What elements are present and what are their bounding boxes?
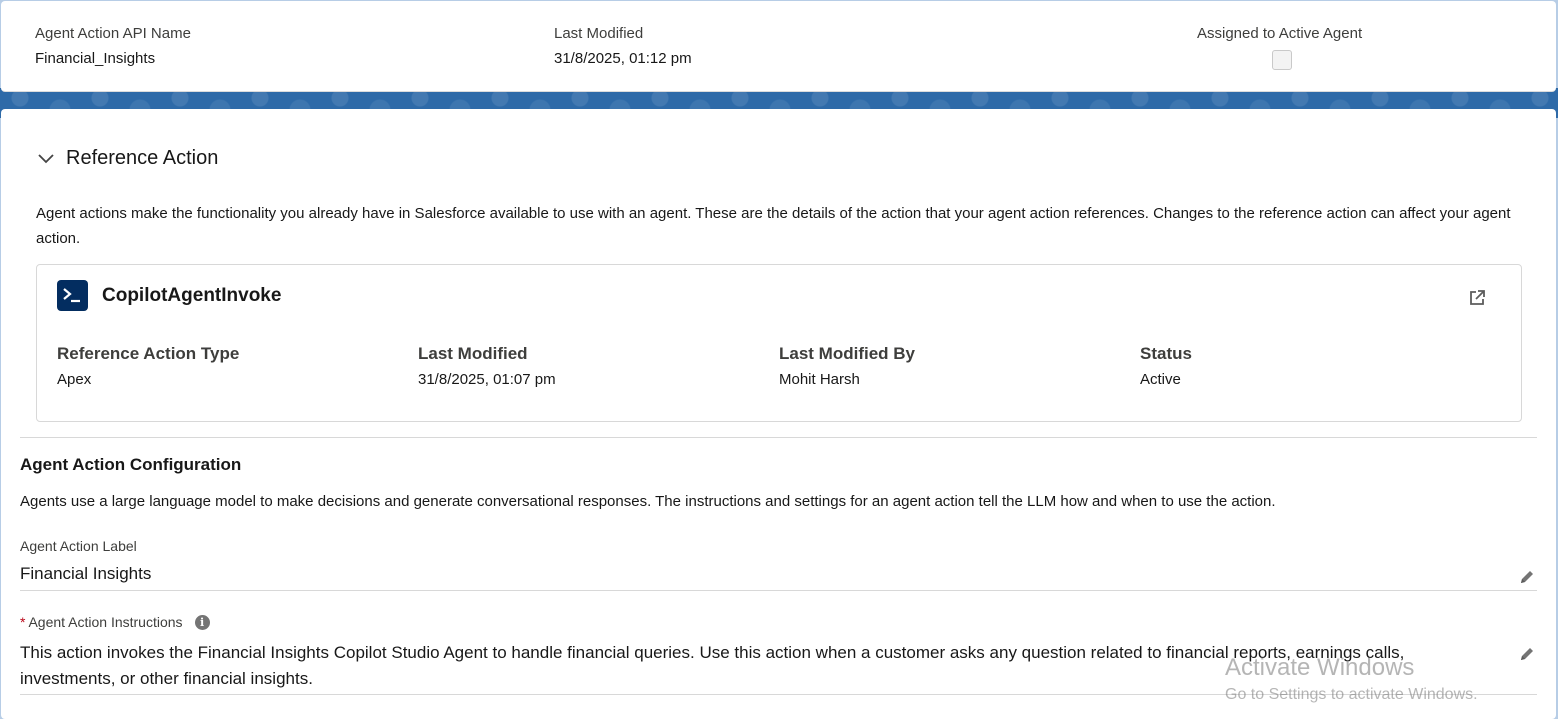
- ref-last-modified-by-field: Last Modified By Mohit Harsh: [779, 343, 915, 390]
- info-icon[interactable]: i: [194, 614, 210, 630]
- ref-status-field: Status Active: [1140, 343, 1192, 390]
- highlights-panel: Agent Action API Name Financial_Insights…: [1, 1, 1556, 92]
- edit-instructions-pencil-icon[interactable]: [1518, 645, 1536, 663]
- required-marker: *: [20, 614, 26, 630]
- api-name-label: Agent Action API Name: [35, 25, 191, 42]
- agent-action-instructions-value: This action invokes the Financial Insigh…: [20, 643, 1405, 688]
- reference-action-type-field: Reference Action Type Apex: [57, 343, 239, 390]
- reference-action-name: CopilotAgentInvoke: [102, 285, 282, 306]
- ref-last-modified-label: Last Modified: [418, 344, 528, 363]
- api-name-field: Agent Action API Name Financial_Insights: [35, 24, 191, 69]
- edit-label-pencil-icon[interactable]: [1518, 568, 1536, 586]
- ref-status-value: Active: [1140, 371, 1181, 388]
- api-name-value: Financial_Insights: [35, 50, 156, 67]
- external-link-icon[interactable]: [1467, 288, 1487, 308]
- configuration-description: Agents use a large language model to mak…: [20, 493, 1276, 510]
- ref-last-modified-by-value: Mohit Harsh: [779, 371, 860, 388]
- ref-last-modified-by-label: Last Modified By: [779, 344, 916, 363]
- assigned-active-agent-field: Assigned to Active Agent: [1197, 24, 1362, 70]
- reference-action-section-toggle[interactable]: Reference Action: [36, 147, 218, 170]
- agent-action-label-label-text: Agent Action Label: [20, 538, 137, 554]
- ref-status-label: Status: [1140, 344, 1192, 363]
- agent-action-instructions-label-text: Agent Action Instructions: [28, 614, 183, 630]
- chevron-down-icon: [38, 153, 54, 163]
- ref-last-modified-field: Last Modified 31/8/2025, 01:07 pm: [418, 343, 556, 390]
- apex-prompt-icon: [57, 280, 88, 311]
- ref-last-modified-value: 31/8/2025, 01:07 pm: [418, 371, 556, 388]
- agent-action-label-field-label: Agent Action Label: [20, 538, 137, 554]
- windows-activation-watermark: Activate Windows Go to Settings to activ…: [1225, 654, 1478, 704]
- agent-action-instructions-field-label: * Agent Action Instructions i: [20, 614, 210, 630]
- main-detail-card: Reference Action Agent actions make the …: [1, 109, 1556, 719]
- reference-action-type-label: Reference Action Type: [57, 344, 240, 363]
- reference-action-card: CopilotAgentInvoke Reference Action Type…: [36, 264, 1522, 422]
- label-field-underline: [20, 590, 1537, 591]
- section-divider: [20, 437, 1537, 438]
- reference-action-type-value: Apex: [57, 371, 92, 388]
- watermark-line1: Activate Windows: [1225, 654, 1415, 681]
- configuration-title: Agent Action Configuration: [20, 455, 242, 474]
- assigned-active-agent-label: Assigned to Active Agent: [1197, 25, 1363, 42]
- assigned-active-agent-checkbox[interactable]: [1272, 50, 1292, 70]
- agent-action-label-value: Financial Insights: [20, 564, 152, 583]
- watermark-line2: Go to Settings to activate Windows.: [1225, 686, 1478, 703]
- reference-action-title: Reference Action: [66, 147, 219, 169]
- last-modified-value: 31/8/2025, 01:12 pm: [554, 50, 692, 67]
- last-modified-field: Last Modified 31/8/2025, 01:12 pm: [554, 24, 692, 69]
- reference-action-description: Agent actions make the functionality you…: [36, 205, 1511, 247]
- last-modified-label: Last Modified: [554, 25, 644, 42]
